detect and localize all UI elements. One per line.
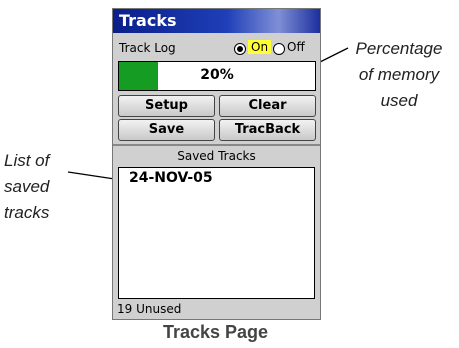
figure-caption: Tracks Page xyxy=(162,322,269,342)
tracback-button[interactable]: TracBack xyxy=(219,119,316,141)
memory-usage-bar: 20% xyxy=(118,61,316,91)
memory-callout-line2: of memory xyxy=(358,65,440,84)
title-bar: Tracks xyxy=(113,9,320,33)
page-title: Tracks xyxy=(119,11,177,30)
setup-button[interactable]: Setup xyxy=(118,95,215,117)
track-log-off-radio[interactable] xyxy=(273,43,285,55)
gps-screen: Tracks Track Log On Off 20% Setup Clear … xyxy=(112,8,321,320)
memory-usage-percent: 20% xyxy=(200,67,234,83)
track-log-on-label[interactable]: On xyxy=(248,40,272,54)
saved-tracks-header: Saved Tracks xyxy=(177,149,256,163)
saved-tracks-list[interactable]: 24-NOV-05 xyxy=(118,167,315,299)
memory-callout-line3: used xyxy=(380,91,418,110)
memory-callout-line1: Percentage xyxy=(355,39,443,58)
track-log-off-label[interactable]: Off xyxy=(287,40,305,54)
save-button[interactable]: Save xyxy=(118,119,215,141)
unused-count: 19 Unused xyxy=(117,302,182,316)
section-divider xyxy=(113,144,320,146)
track-log-label: Track Log xyxy=(119,41,176,55)
list-callout-line2: saved xyxy=(4,177,50,196)
saved-list-callout: List of saved tracks xyxy=(4,148,74,226)
list-callout-line3: tracks xyxy=(4,203,50,222)
track-log-on-radio[interactable] xyxy=(234,43,246,55)
memory-callout: Percentage of memory used xyxy=(344,36,454,114)
clear-button[interactable]: Clear xyxy=(219,95,316,117)
list-callout-line1: List of xyxy=(4,151,50,170)
saved-track-item[interactable]: 24-NOV-05 xyxy=(129,170,213,186)
